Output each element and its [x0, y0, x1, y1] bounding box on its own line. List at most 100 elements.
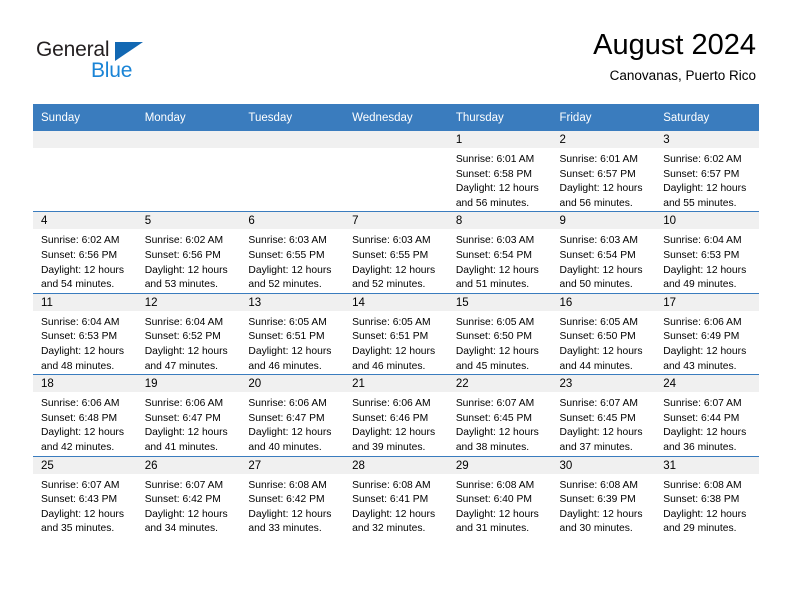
calendar-day-cell[interactable]: 21 Sunrise: 6:06 AM Sunset: 6:46 PM Dayligh… [344, 374, 448, 456]
sunrise-text: Sunrise: 6:03 AM [352, 235, 431, 247]
calendar-day-cell[interactable]: 18 Sunrise: 6:06 AM Sunset: 6:48 PM Dayligh… [33, 374, 137, 456]
daylight-text-line1: Daylight: 12 hours [41, 508, 124, 520]
daylight-text-line2: and 46 minutes. [248, 360, 322, 372]
daylight-text-line1: Daylight: 12 hours [352, 508, 436, 520]
calendar-day-cell[interactable]: 9 Sunrise: 6:03 AM Sunset: 6:54 PM Daylight… [551, 211, 656, 294]
calendar-day-cell[interactable]: 30 Sunrise: 6:08 AM Sunset: 6:39 PM Dayligh… [551, 455, 656, 537]
calendar-day-cell[interactable]: 26 Sunrise: 6:07 AM Sunset: 6:42 PM Dayligh… [136, 455, 241, 537]
sunset-text: Sunset: 6:46 PM [352, 412, 429, 424]
daylight-text-line2: and 51 minutes. [455, 279, 530, 291]
daylight-text-line1: Daylight: 12 hours [144, 508, 228, 520]
sunset-text: Sunset: 6:40 PM [455, 494, 532, 506]
sunrise-text: Sunrise: 6:06 AM [41, 398, 120, 410]
day-number: 21 [344, 375, 448, 393]
sunrise-text: Sunrise: 6:08 AM [455, 479, 535, 491]
calendar-day-cell[interactable]: 16 Sunrise: 6:05 AM Sunset: 6:50 PM Dayligh… [551, 292, 656, 375]
calendar-day-cell[interactable]: 6 Sunrise: 6:03 AM Sunset: 6:55 PM Daylight… [240, 211, 345, 294]
day-details: Sunrise: 6:05 AM Sunset: 6:50 PM Daylight:… [552, 311, 656, 374]
calendar-day-cell[interactable]: 31 Sunrise: 6:08 AM Sunset: 6:38 PM Dayligh… [655, 455, 759, 537]
daylight-text-line1: Daylight: 12 hours [663, 427, 747, 439]
daylight-text-line2: and 31 minutes. [455, 523, 530, 535]
calendar-day-cell[interactable]: 8 Sunrise: 6:03 AM Sunset: 6:54 PM Daylight… [447, 211, 552, 294]
sunrise-text: Sunrise: 6:05 AM [559, 316, 638, 328]
calendar-day-cell[interactable]: 22 Sunrise: 6:07 AM Sunset: 6:45 PM Dayligh… [447, 374, 552, 456]
calendar-day-cell[interactable]: 7 Sunrise: 6:03 AM Sunset: 6:55 PM Daylight… [344, 211, 448, 294]
daylight-text-line1: Daylight: 12 hours [559, 508, 643, 520]
calendar-day-cell[interactable]: 5 Sunrise: 6:02 AM Sunset: 6:56 PM Daylight… [136, 211, 241, 294]
sunrise-text: Sunrise: 6:05 AM [248, 316, 327, 328]
daylight-text-line2: and 39 minutes. [352, 441, 426, 453]
daylight-text-line2: and 56 minutes. [455, 197, 530, 209]
daylight-text-line1: Daylight: 12 hours [663, 183, 747, 195]
sunrise-text: Sunrise: 6:02 AM [41, 235, 120, 247]
calendar-day-cell[interactable]: 10 Sunrise: 6:04 AM Sunset: 6:53 PM Dayligh… [655, 211, 759, 294]
calendar-day-cell[interactable]: 3 Sunrise: 6:02 AM Sunset: 6:57 PM Daylight… [655, 131, 759, 212]
daylight-text-line1: Daylight: 12 hours [559, 183, 643, 195]
sunrise-text: Sunrise: 6:01 AM [455, 154, 535, 165]
sunset-text: Sunset: 6:44 PM [663, 412, 740, 424]
daylight-text-line2: and 34 minutes. [144, 523, 218, 535]
sunset-text: Sunset: 6:55 PM [352, 249, 429, 261]
sunset-text: Sunset: 6:49 PM [663, 331, 740, 343]
daylight-text-line2: and 32 minutes. [352, 523, 426, 535]
day-number: 22 [447, 375, 552, 393]
calendar-day-cell[interactable]: 2 Sunrise: 6:01 AM Sunset: 6:57 PM Daylight… [551, 131, 656, 212]
day-number [344, 131, 448, 148]
day-number: 9 [551, 212, 656, 230]
calendar-day-cell[interactable]: 25 Sunrise: 6:07 AM Sunset: 6:43 PM Dayligh… [33, 455, 137, 537]
calendar-day-cell[interactable]: 4 Sunrise: 6:02 AM Sunset: 6:56 PM Daylight… [33, 211, 137, 294]
calendar-day-cell[interactable]: 11 Sunrise: 6:04 AM Sunset: 6:53 PM Dayligh… [33, 292, 137, 375]
weekday-header-tuesday: Tuesday [240, 104, 345, 131]
calendar-day-cell[interactable]: 20 Sunrise: 6:06 AM Sunset: 6:47 PM Dayligh… [240, 374, 345, 456]
day-details: Sunrise: 6:08 AM Sunset: 6:39 PM Daylight:… [552, 474, 656, 537]
sunset-text: Sunset: 6:38 PM [663, 494, 740, 506]
day-number: 2 [551, 131, 656, 148]
calendar-day-cell[interactable]: 24 Sunrise: 6:07 AM Sunset: 6:44 PM Dayligh… [655, 374, 759, 456]
sunrise-text: Sunrise: 6:04 AM [144, 316, 224, 328]
daylight-text-line2: and 49 minutes. [663, 279, 737, 291]
calendar-day-cell[interactable]: 23 Sunrise: 6:07 AM Sunset: 6:45 PM Dayligh… [551, 374, 656, 456]
sunset-text: Sunset: 6:50 PM [455, 331, 532, 343]
day-number: 1 [447, 131, 552, 148]
calendar-day-cell[interactable]: 13 Sunrise: 6:05 AM Sunset: 6:51 PM Dayligh… [240, 292, 345, 375]
general-blue-logo: General Blue [36, 38, 166, 84]
daylight-text-line2: and 52 minutes. [248, 279, 322, 291]
sunset-text: Sunset: 6:39 PM [559, 494, 636, 506]
calendar-day-cell[interactable]: 17 Sunrise: 6:06 AM Sunset: 6:49 PM Dayligh… [655, 292, 759, 375]
daylight-text-line1: Daylight: 12 hours [663, 264, 747, 276]
calendar-day-cell[interactable]: 29 Sunrise: 6:08 AM Sunset: 6:40 PM Dayligh… [447, 455, 552, 537]
weekday-header-row: Sunday Monday Tuesday Wednesday Thursday… [33, 104, 759, 131]
calendar-day-cell[interactable]: 19 Sunrise: 6:06 AM Sunset: 6:47 PM Dayligh… [136, 374, 241, 456]
calendar-day-cell[interactable]: 1 Sunrise: 6:01 AM Sunset: 6:58 PM Daylight… [447, 131, 552, 212]
sunrise-text: Sunrise: 6:06 AM [663, 316, 742, 328]
calendar-day-cell[interactable]: 28 Sunrise: 6:08 AM Sunset: 6:41 PM Dayligh… [344, 455, 448, 537]
calendar-day-cell[interactable]: 27 Sunrise: 6:08 AM Sunset: 6:42 PM Dayligh… [240, 455, 345, 537]
daylight-text-line2: and 36 minutes. [663, 441, 737, 453]
sunrise-text: Sunrise: 6:08 AM [352, 479, 431, 491]
daylight-text-line1: Daylight: 12 hours [41, 264, 124, 276]
calendar-day-cell[interactable]: 15 Sunrise: 6:05 AM Sunset: 6:50 PM Dayligh… [447, 292, 552, 375]
calendar-day-cell[interactable]: 12 Sunrise: 6:04 AM Sunset: 6:52 PM Dayligh… [136, 292, 241, 375]
day-details: Sunrise: 6:03 AM Sunset: 6:54 PM Daylight:… [448, 229, 552, 292]
daylight-text-line2: and 46 minutes. [352, 360, 426, 372]
day-number [240, 131, 345, 148]
sunrise-text: Sunrise: 6:01 AM [559, 154, 638, 165]
daylight-text-line2: and 42 minutes. [41, 441, 115, 453]
daylight-text-line2: and 43 minutes. [663, 360, 737, 372]
calendar-day-cell[interactable]: 14 Sunrise: 6:05 AM Sunset: 6:51 PM Dayligh… [344, 292, 448, 375]
weekday-header-sunday: Sunday [33, 104, 137, 131]
day-details: Sunrise: 6:07 AM Sunset: 6:45 PM Daylight:… [552, 392, 656, 455]
day-details: Sunrise: 6:06 AM Sunset: 6:46 PM Daylight:… [344, 392, 448, 455]
calendar-cell-empty [240, 131, 345, 212]
day-details: Sunrise: 6:05 AM Sunset: 6:51 PM Daylight:… [344, 311, 448, 374]
daylight-text-line2: and 44 minutes. [559, 360, 633, 372]
day-number: 6 [240, 212, 345, 230]
sunrise-text: Sunrise: 6:02 AM [663, 154, 742, 165]
daylight-text-line1: Daylight: 12 hours [455, 427, 539, 439]
sunrise-text: Sunrise: 6:06 AM [144, 398, 224, 410]
day-details: Sunrise: 6:07 AM Sunset: 6:42 PM Daylight:… [137, 474, 241, 537]
sunset-text: Sunset: 6:41 PM [352, 494, 429, 506]
calendar-week-row: 18 Sunrise: 6:06 AM Sunset: 6:48 PM Dayligh… [33, 374, 759, 456]
sunrise-text: Sunrise: 6:06 AM [352, 398, 431, 410]
day-details: Sunrise: 6:04 AM Sunset: 6:53 PM Daylight:… [33, 311, 137, 374]
